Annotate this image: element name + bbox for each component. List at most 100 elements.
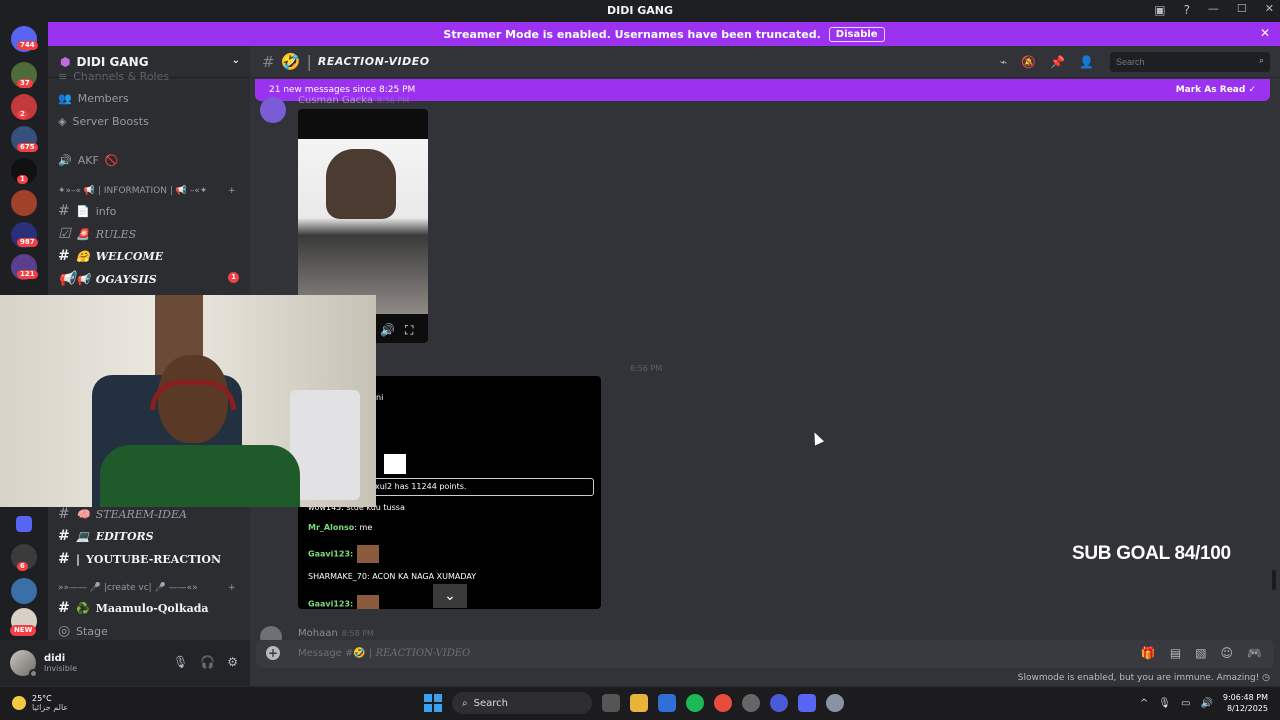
rules-icon: ☑: [58, 226, 71, 242]
gift-icon[interactable]: 🎁: [1141, 646, 1156, 660]
spotify-icon[interactable]: [686, 694, 704, 712]
microphone-icon[interactable]: 🎙: [173, 655, 188, 669]
close-icon[interactable]: ✕: [1260, 26, 1270, 40]
apps-icon[interactable]: 🎮: [1247, 646, 1262, 660]
gear-icon[interactable]: ⚙: [227, 655, 238, 669]
add-channel-icon[interactable]: +: [228, 186, 236, 196]
message-composer[interactable]: + Message #🤣 | REACTION-VIDEO 🎁 ▤ ▧ ☺ 🎮: [256, 640, 1274, 668]
sidebar-item-label: STEAREM-IDEA: [95, 507, 187, 521]
disable-button[interactable]: Disable: [828, 26, 885, 42]
sidebar-item-welcome[interactable]: # 🤗 WELCOME: [58, 248, 163, 264]
emoji-icon[interactable]: ☺: [1221, 646, 1234, 660]
start-button[interactable]: [424, 694, 442, 712]
clock-icon: ◷: [1262, 673, 1270, 683]
add-channel-icon[interactable]: +: [228, 583, 236, 593]
avatar[interactable]: [260, 97, 286, 123]
embed-line: Gaavi123:: [308, 545, 380, 563]
weather-temp: 25°C: [32, 694, 52, 703]
server-icon[interactable]: [11, 190, 37, 216]
sidebar-item-boosts[interactable]: ◈ Server Boosts: [58, 115, 149, 128]
taskbar-search-label: Search: [473, 697, 508, 709]
microphone-icon[interactable]: 🎙: [1158, 698, 1171, 709]
threads-icon[interactable]: ⌁: [1000, 55, 1007, 69]
file-explorer-icon[interactable]: [630, 694, 648, 712]
announcement-icon: 📢: [58, 271, 76, 287]
message-author[interactable]: Mohaan: [298, 628, 338, 639]
member-list-icon[interactable]: 👤: [1079, 55, 1094, 69]
sidebar-item-channels-roles[interactable]: ≡ Channels & Roles: [58, 70, 169, 83]
inbox-icon[interactable]: ▣: [1154, 3, 1165, 17]
server-icon[interactable]: [11, 578, 37, 604]
sidebar-item-label: Maamulo-Qolkada: [95, 601, 209, 615]
channel-emoji: 📢: [76, 272, 90, 286]
chat-username: Gaavi123:: [308, 599, 354, 609]
channel-emoji: 🧠: [76, 507, 90, 521]
status-indicator: [29, 669, 38, 678]
chevron-down-icon[interactable]: ⌄: [232, 55, 240, 66]
taskbar-search[interactable]: ⌕ Search: [452, 692, 592, 714]
sidebar-item-ogaysiis[interactable]: 📢 📢 OGAYSIIS: [58, 271, 157, 287]
weather-widget[interactable]: 25°C عالم جزائيا: [12, 694, 68, 712]
hash-icon: #: [58, 203, 70, 219]
discord-icon[interactable]: [798, 694, 816, 712]
fullscreen-icon[interactable]: ⛶: [405, 323, 413, 338]
message-author[interactable]: Cusman Gacka: [298, 95, 373, 106]
message-timestamp: 8:58 PM: [341, 629, 374, 638]
help-icon[interactable]: ?: [1184, 3, 1190, 17]
sidebar-item-voice-akf[interactable]: 🔊 AKF 🚫: [58, 154, 118, 167]
maximize-button[interactable]: ☐: [1237, 2, 1247, 15]
search-input[interactable]: [1110, 52, 1270, 72]
boost-icon: ◈: [58, 115, 67, 128]
headphones-icon[interactable]: 🎧: [200, 655, 215, 669]
new-messages-text: 21 new messages since 8:25 PM: [269, 85, 416, 95]
folder-icon[interactable]: [16, 516, 32, 532]
server-badge: 987: [17, 238, 38, 247]
network-icon[interactable]: ▭: [1181, 698, 1190, 709]
chevron-down-icon[interactable]: ⌄: [433, 584, 467, 608]
store-icon[interactable]: [658, 694, 676, 712]
mark-as-read-button[interactable]: Mark As Read ✓: [1176, 85, 1256, 95]
sidebar-item-editors[interactable]: # 💻 EDITORS: [58, 528, 154, 544]
sidebar-item-stage[interactable]: ◎ Stage: [58, 623, 108, 639]
message-input-placeholder[interactable]: Message #🤣 | REACTION-VIDEO: [298, 648, 470, 659]
sticker-icon[interactable]: ▧: [1195, 646, 1206, 660]
sidebar-item-info[interactable]: # 📄 info: [58, 203, 116, 219]
category-create-vc[interactable]: »»—— 🎤 |create vc| 🎤 ——«» +: [58, 583, 236, 593]
sidebar-item-maamulo-qolkada[interactable]: # ♻️ Maamulo-Qolkada: [58, 600, 209, 616]
chat-username: Mr_Alonso: [308, 523, 355, 532]
minimize-button[interactable]: —: [1208, 2, 1219, 15]
scrollbar[interactable]: [1272, 570, 1276, 590]
sidebar-item-members[interactable]: 👥 Members: [58, 92, 129, 105]
volume-icon[interactable]: 🔊: [1200, 698, 1212, 709]
window-title: DIDI GANG: [606, 4, 674, 17]
volume-icon[interactable]: 🔊: [380, 323, 395, 338]
embed-text: ni: [376, 393, 384, 402]
unread-badge: 1: [228, 272, 239, 283]
avatar[interactable]: [10, 650, 38, 678]
hash-icon: #: [58, 506, 70, 522]
chrome-icon[interactable]: [714, 694, 732, 712]
webcam-streamer-body: [100, 445, 300, 507]
close-window-button[interactable]: ✕: [1265, 2, 1274, 15]
search-icon: ⌕: [462, 697, 468, 709]
emote-image: [357, 595, 380, 609]
add-attachment-button[interactable]: +: [266, 646, 280, 660]
gif-icon[interactable]: ▤: [1170, 646, 1181, 660]
points-box: xul2 has 11244 points.: [368, 478, 594, 496]
sidebar-item-rules[interactable]: ☑ 🚨 RULES: [58, 226, 136, 242]
notification-bell-icon[interactable]: 🔕: [1021, 55, 1036, 69]
sub-goal-overlay: SUB GOAL 84/100: [1072, 543, 1231, 564]
pin-icon[interactable]: 📌: [1050, 55, 1065, 69]
clock[interactable]: 9:06:48 PM 8/12/2025: [1223, 692, 1268, 714]
sidebar-item-stearem-idea[interactable]: # 🧠 STEAREM-IDEA: [58, 506, 187, 522]
settings-icon[interactable]: [826, 694, 844, 712]
app-icon[interactable]: [770, 694, 788, 712]
sidebar-item-label: WELCOME: [95, 249, 164, 263]
emote-image: [357, 545, 380, 563]
channel-emoji: 🤗: [76, 249, 90, 263]
app-icon[interactable]: [742, 694, 760, 712]
category-information[interactable]: ✦»–« 📢 | INFORMATION | 📢 –«✦ +: [58, 186, 236, 196]
tray-chevron-icon[interactable]: ^: [1140, 698, 1148, 709]
sidebar-item-youtube-reaction[interactable]: # | YOUTUBE-REACTION: [58, 551, 221, 567]
task-view-icon[interactable]: [602, 694, 620, 712]
